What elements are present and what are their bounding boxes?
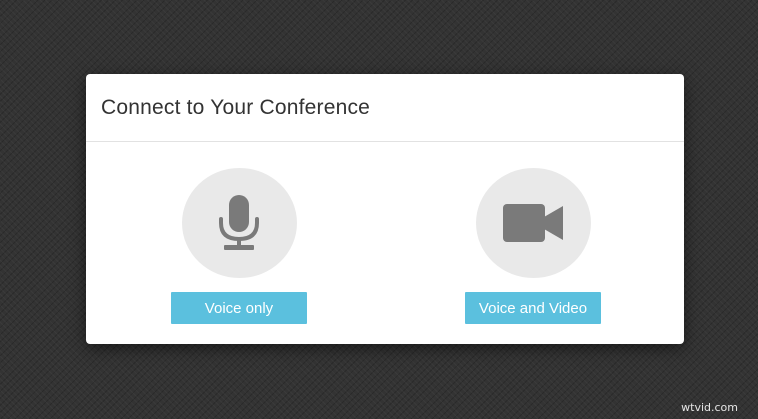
voice-only-option: Voice only: [171, 168, 307, 324]
dialog-header: Connect to Your Conference: [86, 74, 684, 142]
voice-and-video-option: Voice and Video: [465, 168, 601, 324]
video-icon-circle[interactable]: [475, 168, 591, 278]
voice-only-button[interactable]: Voice only: [171, 292, 307, 324]
voice-icon-circle[interactable]: [181, 168, 297, 278]
voice-and-video-button[interactable]: Voice and Video: [465, 292, 601, 324]
dialog-title: Connect to Your Conference: [101, 95, 371, 119]
watermark: wtvid.com: [681, 401, 738, 414]
video-camera-icon: [503, 204, 563, 242]
connect-dialog: Connect to Your Conference Voice only Vo…: [86, 74, 684, 344]
microphone-icon: [219, 195, 259, 250]
dialog-body: Voice only Voice and Video: [86, 142, 684, 344]
